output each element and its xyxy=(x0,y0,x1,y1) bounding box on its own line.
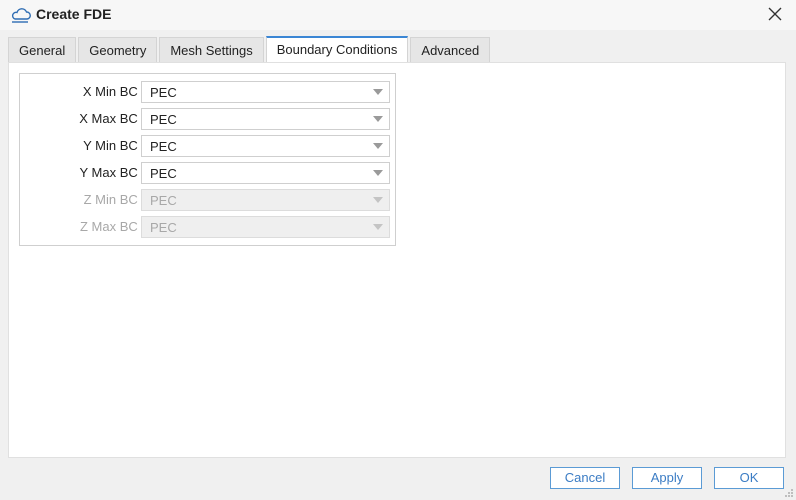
y-max-bc-value: PEC xyxy=(150,166,177,181)
tab-content-panel: X Min BC : PEC X Max BC : PEC Y Min BC :… xyxy=(8,62,786,458)
y-max-bc-select[interactable]: PEC xyxy=(141,162,390,184)
z-min-bc-value: PEC xyxy=(150,193,177,208)
x-max-bc-select[interactable]: PEC xyxy=(141,108,390,130)
z-min-bc-label: Z Min BC : xyxy=(83,192,145,207)
apply-button[interactable]: Apply xyxy=(632,467,702,489)
z-min-bc-select: PEC xyxy=(141,189,390,211)
x-max-bc-value: PEC xyxy=(150,112,177,127)
y-min-bc-value: PEC xyxy=(150,139,177,154)
resize-grip-icon[interactable] xyxy=(784,488,794,498)
dropdown-arrow-icon xyxy=(373,89,383,95)
y-max-bc-row: Y Max BC : PEC xyxy=(20,162,397,184)
window-title: Create FDE xyxy=(36,6,112,22)
z-max-bc-label: Z Max BC : xyxy=(79,219,145,234)
tab-bar: General Geometry Mesh Settings Boundary … xyxy=(8,36,492,63)
cloud-icon xyxy=(11,8,31,23)
dropdown-arrow-icon xyxy=(373,143,383,149)
tab-general[interactable]: General xyxy=(8,37,77,62)
y-min-bc-select[interactable]: PEC xyxy=(141,135,390,157)
tab-boundary-conditions[interactable]: Boundary Conditions xyxy=(265,36,409,63)
z-max-bc-value: PEC xyxy=(150,220,177,235)
z-max-bc-select: PEC xyxy=(141,216,390,238)
tab-mesh-settings[interactable]: Mesh Settings xyxy=(159,37,264,62)
x-max-bc-row: X Max BC : PEC xyxy=(20,108,397,130)
cancel-button[interactable]: Cancel xyxy=(550,467,620,489)
x-min-bc-row: X Min BC : PEC xyxy=(20,81,397,103)
y-min-bc-row: Y Min BC : PEC xyxy=(20,135,397,157)
z-max-bc-row: Z Max BC : PEC xyxy=(20,216,397,238)
z-min-bc-row: Z Min BC : PEC xyxy=(20,189,397,211)
y-max-bc-label: Y Max BC : xyxy=(79,165,145,180)
x-max-bc-label: X Max BC : xyxy=(79,111,145,126)
dropdown-arrow-icon xyxy=(373,116,383,122)
x-min-bc-label: X Min BC : xyxy=(82,84,145,99)
x-min-bc-value: PEC xyxy=(150,85,177,100)
title-bar: Create FDE xyxy=(0,0,796,30)
y-min-bc-label: Y Min BC : xyxy=(83,138,145,153)
dropdown-arrow-icon xyxy=(373,224,383,230)
dropdown-arrow-icon xyxy=(373,197,383,203)
boundary-conditions-group: X Min BC : PEC X Max BC : PEC Y Min BC :… xyxy=(19,73,396,246)
x-min-bc-select[interactable]: PEC xyxy=(141,81,390,103)
tab-geometry[interactable]: Geometry xyxy=(78,37,158,62)
close-icon[interactable] xyxy=(766,5,784,23)
dropdown-arrow-icon xyxy=(373,170,383,176)
tab-advanced[interactable]: Advanced xyxy=(410,37,491,62)
ok-button[interactable]: OK xyxy=(714,467,784,489)
